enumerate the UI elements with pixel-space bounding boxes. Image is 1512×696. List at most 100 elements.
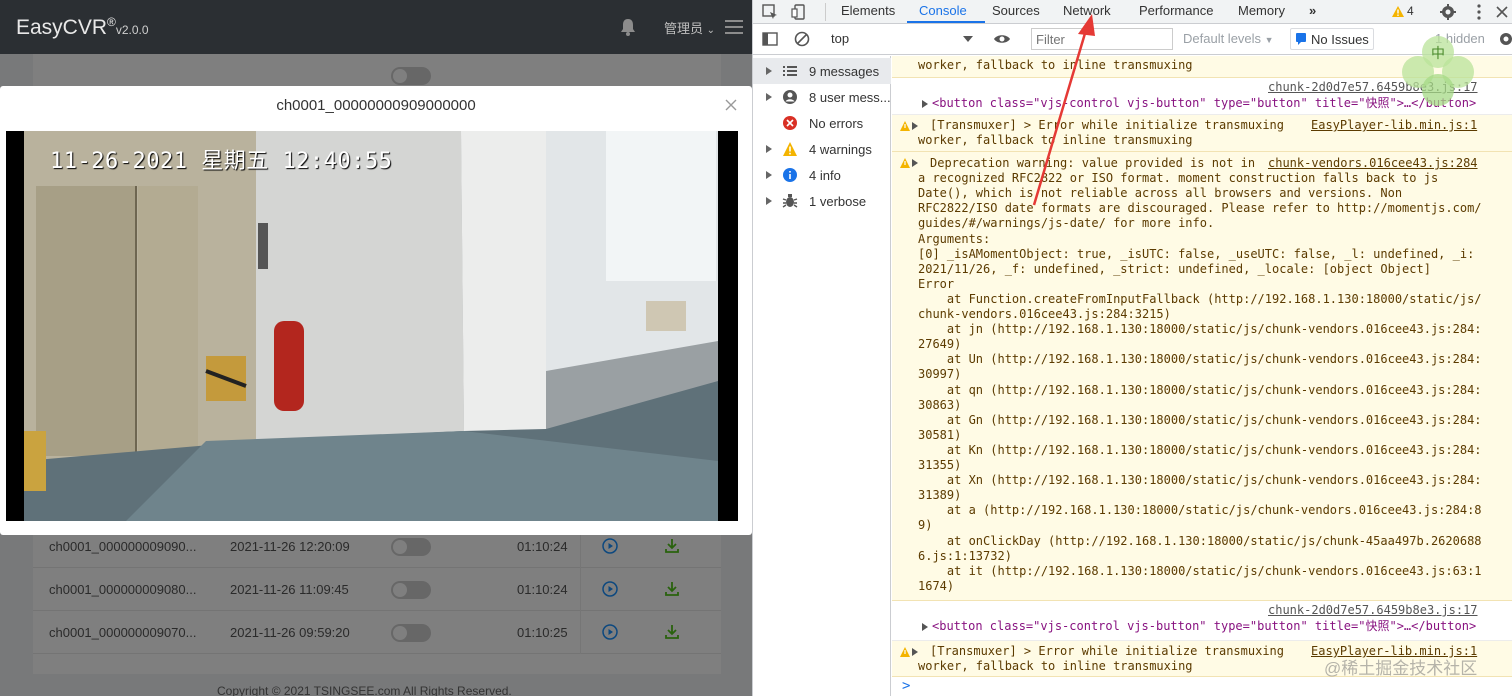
stack-line[interactable]: at qn (http://192.168.1.130:18000/static…	[918, 383, 1482, 398]
settings-gear-icon[interactable]	[1439, 3, 1457, 21]
message-text: worker, fallback to inline transmuxing	[918, 133, 1193, 147]
stack-line[interactable]: at Gn (http://192.168.1.130:18000/static…	[918, 413, 1482, 428]
warning-icon	[783, 142, 797, 156]
sidebar-item-verbose[interactable]: 1 verbose	[753, 188, 891, 214]
console-log-message[interactable]: chunk-2d0d7e57.6459b8e3.js:17 <button cl…	[892, 601, 1512, 641]
sidebar-item-messages[interactable]: 9 messages	[753, 58, 891, 84]
watermark: @稀土掘金技术社区	[1324, 659, 1478, 678]
console-warning-message[interactable]: [Transmuxer] > Error while initialize tr…	[892, 115, 1512, 152]
bell-icon[interactable]	[618, 17, 638, 37]
devtools-tabbar: Elements Console Sources Network Perform…	[753, 0, 1512, 24]
stack-line: Deprecation warning: value provided is n…	[930, 156, 1256, 170]
sidebar-item-warnings[interactable]: 4 warnings	[753, 136, 891, 162]
user-menu[interactable]: 管理员 ⌄	[664, 18, 715, 37]
sidebar-item-info[interactable]: 4 info	[753, 162, 891, 188]
stack-line[interactable]: at Kn (http://192.168.1.130:18000/static…	[918, 443, 1482, 458]
sidebar-item-errors[interactable]: No errors	[753, 110, 891, 136]
clover-char: 中	[1431, 46, 1445, 62]
video-timestamp-overlay: 11-26-2021 星期五 12:40:55	[50, 149, 393, 174]
element-node[interactable]: <button class="vjs-control vjs-button" t…	[932, 619, 1476, 634]
hamburger-menu-icon[interactable]	[724, 18, 744, 36]
message-source-link[interactable]: EasyPlayer-lib.min.js:1	[1311, 118, 1477, 132]
stack-line: a recognized RFC2822 or ISO format. mome…	[918, 171, 1439, 186]
stack-line: 30863)	[918, 397, 962, 412]
expand-arrow-icon[interactable]	[912, 648, 918, 656]
stack-line: 9)	[918, 518, 933, 533]
console-prompt[interactable]: >	[902, 678, 910, 694]
expand-arrow-icon	[766, 197, 772, 205]
list-icon	[783, 66, 797, 76]
console-sidebar: 9 messages 8 user mess... No errors 4 wa…	[753, 56, 891, 696]
stack-line: chunk-vendors.016cee43.js:284:3215)	[918, 307, 1171, 321]
context-selector[interactable]: top	[825, 31, 977, 49]
screen: EasyCVR®v2.0.0 管理员 ⌄ ch0001_000000009090…	[0, 0, 1512, 696]
stack-line[interactable]: RFC2822/ISO date formats are discouraged…	[918, 201, 1482, 216]
clear-console-icon[interactable]	[793, 30, 811, 48]
context-label: top	[831, 31, 850, 46]
sidebar-toggle-icon[interactable]	[761, 30, 779, 48]
stack-line[interactable]: at it (http://192.168.1.130:18000/static…	[918, 564, 1482, 579]
device-toolbar-icon[interactable]	[791, 3, 809, 21]
tab-memory[interactable]: Memory	[1238, 3, 1285, 18]
log-levels-dropdown[interactable]: Default levels ▼	[1183, 31, 1274, 46]
stack-line: guides/#/warnings/js-date/ for more info…	[918, 216, 1215, 231]
stack-line[interactable]: at Un (http://192.168.1.130:18000/static…	[918, 352, 1482, 367]
stack-line: [0] _isAMomentObject: true, _isUTC: fals…	[918, 246, 1475, 261]
tab-network[interactable]: Network	[1063, 3, 1111, 18]
easycvr-app: EasyCVR®v2.0.0 管理员 ⌄ ch0001_000000009090…	[0, 0, 752, 696]
stack-line[interactable]: at Xn (http://192.168.1.130:18000/static…	[918, 473, 1482, 488]
modal-title: ch0001_00000000909000000	[276, 97, 476, 114]
tab-sources[interactable]: Sources	[992, 3, 1040, 18]
stack-line: 1674)	[918, 578, 955, 593]
expand-arrow-icon[interactable]	[912, 122, 918, 130]
expand-arrow-icon[interactable]	[912, 159, 918, 167]
issues-button[interactable]: No Issues	[1290, 28, 1374, 50]
expand-arrow-icon	[766, 93, 772, 101]
app-logo[interactable]: EasyCVR®v2.0.0	[16, 15, 149, 40]
logo-registered: ®	[107, 15, 116, 29]
info-icon	[783, 168, 797, 182]
log-levels-label: Default levels	[1183, 31, 1262, 46]
console-settings-gear-icon[interactable]	[1497, 30, 1512, 48]
inspect-element-icon[interactable]	[761, 3, 779, 21]
expand-arrow-icon[interactable]	[922, 100, 928, 108]
app-header: EasyCVR®v2.0.0 管理员 ⌄	[0, 0, 752, 54]
stack-line[interactable]: at jn (http://192.168.1.130:18000/static…	[918, 322, 1482, 337]
stack-line[interactable]: at onClickDay (http://192.168.1.130:1800…	[918, 534, 1482, 549]
console-warning-message[interactable]: chunk-vendors.016cee43.js:284 Deprecatio…	[892, 152, 1512, 601]
element-node[interactable]: <button class="vjs-control vjs-button" t…	[932, 96, 1476, 111]
message-source-link[interactable]: chunk-vendors.016cee43.js:284	[1268, 156, 1478, 170]
message-source-link[interactable]: chunk-2d0d7e57.6459b8e3.js:17	[1268, 603, 1478, 617]
user-name: 管理员	[664, 21, 704, 36]
tab-performance[interactable]: Performance	[1139, 3, 1213, 18]
expand-arrow-icon[interactable]	[922, 623, 928, 631]
sidebar-item-label: 9 messages	[809, 64, 880, 79]
video-player[interactable]: 11-26-2021 星期五 12:40:55	[6, 131, 738, 521]
warnings-badge[interactable]: 4	[1387, 2, 1431, 22]
close-icon[interactable]	[724, 98, 738, 112]
dropdown-arrow-icon: ▼	[1264, 35, 1274, 45]
stack-line[interactable]: at Function.createFromInputFallback (htt…	[918, 292, 1482, 307]
console-log: worker, fallback to inline transmuxing c…	[892, 56, 1512, 696]
active-tab-indicator	[907, 21, 985, 23]
expand-arrow-icon	[766, 145, 772, 153]
close-devtools-icon[interactable]	[1493, 3, 1511, 21]
logo-text: EasyCVR	[16, 16, 108, 39]
tab-elements[interactable]: Elements	[841, 3, 895, 18]
stack-line: 30997)	[918, 367, 962, 382]
more-options-icon[interactable]	[1470, 3, 1488, 21]
message-text: [Transmuxer] > Error while initialize tr…	[930, 118, 1285, 132]
message-text: [Transmuxer] > Error while initialize tr…	[930, 644, 1285, 658]
sidebar-item-user-messages[interactable]: 8 user mess...	[753, 84, 891, 110]
more-tabs-button[interactable]: »	[1309, 3, 1316, 18]
message-text: worker, fallback to inline transmuxing	[918, 659, 1193, 673]
issues-label: No Issues	[1311, 32, 1369, 47]
message-text: worker, fallback to inline transmuxing	[918, 58, 1193, 72]
stack-line[interactable]: at a (http://192.168.1.130:18000/static/…	[918, 503, 1482, 518]
tab-console[interactable]: Console	[919, 3, 967, 18]
stack-line: 31389)	[918, 488, 962, 503]
clover-decoration: 中	[1402, 36, 1474, 106]
console-filter-input[interactable]	[1031, 28, 1173, 50]
live-expression-eye-icon[interactable]	[993, 30, 1011, 48]
error-icon	[783, 116, 797, 130]
